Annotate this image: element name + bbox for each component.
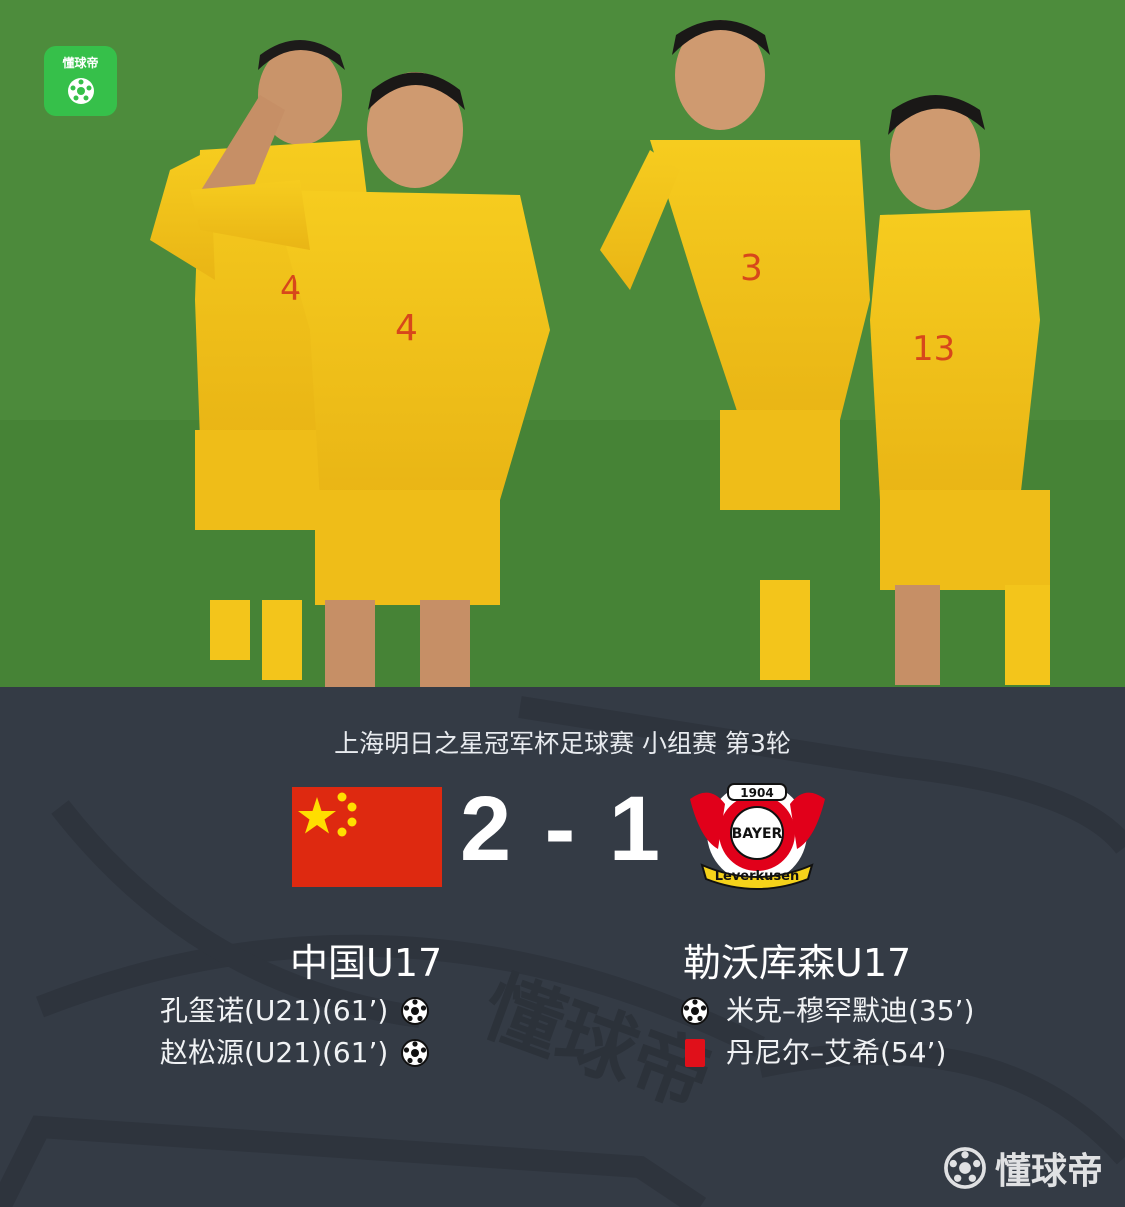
soccer-ball-icon bbox=[944, 1147, 986, 1189]
event-row: 米克–穆罕默迪(35’) bbox=[680, 990, 974, 1032]
svg-text:13: 13 bbox=[912, 329, 955, 369]
pitch-lines-background: 懂球帝 bbox=[0, 696, 1125, 1207]
china-flag-icon bbox=[292, 787, 442, 887]
match-score: 2 - 1 bbox=[459, 778, 665, 880]
app-logo: 懂球帝 bbox=[44, 46, 117, 116]
svg-text:4: 4 bbox=[395, 308, 418, 349]
event-text: 赵松源(U21)(61’) bbox=[160, 1036, 389, 1069]
event-row: 赵松源(U21)(61’) bbox=[160, 1032, 430, 1074]
svg-text:BAYER: BAYER bbox=[732, 826, 783, 842]
competition-title: 上海明日之星冠军杯足球赛 小组赛 第3轮 bbox=[334, 729, 791, 758]
event-text: 孔玺诺(U21)(61’) bbox=[160, 994, 389, 1027]
away-events: 米克–穆罕默迪(35’) 丹尼尔–艾希(54’) bbox=[680, 990, 974, 1074]
soccer-ball-icon bbox=[401, 1039, 430, 1067]
red-card-icon bbox=[685, 1039, 705, 1067]
brand-watermark: 懂球帝 bbox=[943, 1142, 1103, 1194]
event-text: 丹尼尔–艾希(54’) bbox=[726, 1036, 947, 1069]
svg-text:Leverkusen: Leverkusen bbox=[715, 869, 800, 884]
leverkusen-crest-icon: 1904 BAYER Leverkusen bbox=[690, 783, 825, 890]
app-logo-text: 懂球帝 bbox=[62, 56, 99, 70]
soccer-ball-icon bbox=[68, 78, 94, 104]
soccer-ball-icon bbox=[681, 997, 709, 1025]
soccer-ball-icon bbox=[401, 997, 430, 1025]
match-photo: 4 4 3 13 懂球帝 bbox=[0, 0, 1125, 687]
home-events: 孔玺诺(U21)(61’) 赵松源(U21)(61’) bbox=[160, 990, 430, 1074]
event-text: 米克–穆罕默迪(35’) bbox=[726, 994, 975, 1027]
event-row: 孔玺诺(U21)(61’) bbox=[160, 990, 430, 1032]
home-team-name: 中国U17 bbox=[290, 941, 443, 985]
away-team-name: 勒沃库森U17 bbox=[683, 941, 912, 985]
svg-text:1904: 1904 bbox=[740, 786, 773, 800]
score-panel: 懂球帝 上海明日之星冠军杯足球赛 小组赛 第3轮 2 - 1 1904 BAYE… bbox=[0, 687, 1125, 1207]
svg-text:3: 3 bbox=[740, 248, 763, 289]
brand-watermark-text: 懂球帝 bbox=[994, 1151, 1103, 1192]
event-row: 丹尼尔–艾希(54’) bbox=[680, 1032, 974, 1074]
